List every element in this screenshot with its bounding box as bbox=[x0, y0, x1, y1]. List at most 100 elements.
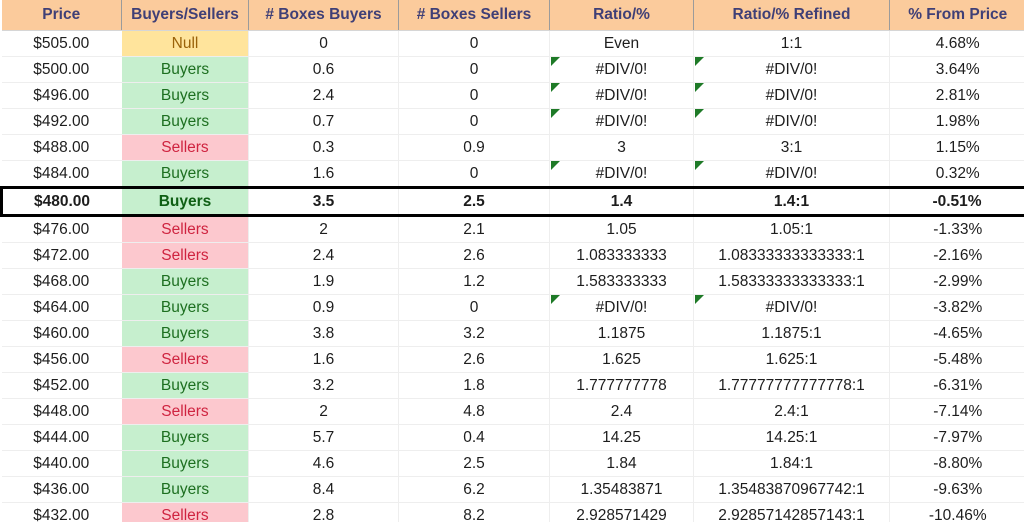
table-row[interactable]: $456.00 Sellers 1.6 2.6 1.625 1.625:1 -5.48% bbox=[1, 346, 1024, 373]
cell-price[interactable]: $480.00 bbox=[0, 186, 122, 217]
cell-pct[interactable]: 3.64% bbox=[889, 56, 1024, 83]
table-row[interactable]: $444.00 Buyers 5.7 0.4 14.25 14.25:1 -7.97% bbox=[1, 424, 1024, 451]
table-row[interactable]: $460.00 Buyers 3.8 3.2 1.1875 1.1875:1 -4.65% bbox=[1, 320, 1024, 347]
cell-ratio[interactable]: 1.583333333 bbox=[549, 268, 694, 295]
cell-ratio[interactable]: 2.928571429 bbox=[549, 502, 694, 522]
cell-boxes_buy[interactable]: 1.9 bbox=[248, 268, 399, 295]
cell-boxes_buy[interactable]: 0.6 bbox=[248, 56, 399, 83]
cell-pct[interactable]: -2.99% bbox=[889, 268, 1024, 295]
cell-boxes_buy[interactable]: 3.2 bbox=[248, 372, 399, 399]
column-header-price[interactable]: Price bbox=[1, 0, 122, 31]
column-header-boxes_sel[interactable]: # Boxes Sellers bbox=[398, 0, 550, 31]
cell-ratio[interactable]: 1.4 bbox=[549, 186, 694, 217]
cell-ratio_ref[interactable]: 1.35483870967742:1 bbox=[693, 476, 890, 503]
cell-pct[interactable]: 4.68% bbox=[889, 30, 1024, 57]
cell-boxes_sel[interactable]: 8.2 bbox=[398, 502, 550, 522]
cell-price[interactable]: $436.00 bbox=[1, 476, 122, 503]
cell-price[interactable]: $444.00 bbox=[1, 424, 122, 451]
column-header-boxes_buy[interactable]: # Boxes Buyers bbox=[248, 0, 399, 31]
cell-ratio[interactable]: 1.777777778 bbox=[549, 372, 694, 399]
table-row[interactable]: $468.00 Buyers 1.9 1.2 1.583333333 1.58333333… bbox=[1, 268, 1024, 295]
cell-ratio_ref[interactable]: 1.08333333333333:1 bbox=[693, 242, 890, 269]
cell-price[interactable]: $432.00 bbox=[1, 502, 122, 522]
cell-buyers-sellers[interactable]: Buyers bbox=[121, 108, 249, 135]
cell-price[interactable]: $476.00 bbox=[1, 215, 122, 243]
cell-price[interactable]: $448.00 bbox=[1, 398, 122, 425]
cell-price[interactable]: $492.00 bbox=[1, 108, 122, 135]
cell-buyers-sellers[interactable]: Buyers bbox=[121, 450, 249, 477]
table-row[interactable]: $488.00 Sellers 0.3 0.9 3 3:1 1.15% bbox=[1, 134, 1024, 161]
cell-price[interactable]: $460.00 bbox=[1, 320, 122, 347]
cell-ratio_ref[interactable]: 2.4:1 bbox=[693, 398, 890, 425]
cell-pct[interactable]: -0.51% bbox=[889, 186, 1024, 217]
cell-boxes_buy[interactable]: 5.7 bbox=[248, 424, 399, 451]
cell-boxes_sel[interactable]: 2.5 bbox=[398, 186, 550, 217]
cell-ratio[interactable]: 14.25 bbox=[549, 424, 694, 451]
cell-ratio[interactable]: 1.84 bbox=[549, 450, 694, 477]
column-header-bs[interactable]: Buyers/Sellers bbox=[121, 0, 249, 31]
cell-pct[interactable]: -6.31% bbox=[889, 372, 1024, 399]
cell-boxes_sel[interactable]: 0 bbox=[398, 30, 550, 57]
cell-boxes_sel[interactable]: 2.6 bbox=[398, 242, 550, 269]
cell-ratio_ref[interactable]: #DIV/0! bbox=[693, 294, 890, 321]
cell-ratio_ref[interactable]: #DIV/0! bbox=[693, 160, 890, 188]
cell-buyers-sellers[interactable]: Sellers bbox=[121, 502, 249, 522]
table-row[interactable]: $492.00 Buyers 0.7 0 #DIV/0! #DIV/0! 1.98% bbox=[1, 108, 1024, 135]
table-row[interactable]: $464.00 Buyers 0.9 0 #DIV/0! #DIV/0! -3.82% bbox=[1, 294, 1024, 321]
cell-pct[interactable]: -9.63% bbox=[889, 476, 1024, 503]
cell-price[interactable]: $488.00 bbox=[1, 134, 122, 161]
cell-ratio_ref[interactable]: 1.77777777777778:1 bbox=[693, 372, 890, 399]
cell-ratio_ref[interactable]: 1:1 bbox=[693, 30, 890, 57]
cell-ratio_ref[interactable]: 1.1875:1 bbox=[693, 320, 890, 347]
cell-price[interactable]: $452.00 bbox=[1, 372, 122, 399]
cell-boxes_buy[interactable]: 0.9 bbox=[248, 294, 399, 321]
cell-ratio[interactable]: Even bbox=[549, 30, 694, 57]
cell-ratio_ref[interactable]: 1.58333333333333:1 bbox=[693, 268, 890, 295]
cell-ratio[interactable]: 1.625 bbox=[549, 346, 694, 373]
cell-price[interactable]: $468.00 bbox=[1, 268, 122, 295]
cell-boxes_buy[interactable]: 1.6 bbox=[248, 346, 399, 373]
cell-boxes_sel[interactable]: 2.6 bbox=[398, 346, 550, 373]
cell-boxes_sel[interactable]: 2.1 bbox=[398, 215, 550, 243]
cell-boxes_buy[interactable]: 2.4 bbox=[248, 242, 399, 269]
table-row[interactable]: $452.00 Buyers 3.2 1.8 1.777777778 1.77777777… bbox=[1, 372, 1024, 399]
cell-pct[interactable]: 2.81% bbox=[889, 82, 1024, 109]
cell-ratio[interactable]: #DIV/0! bbox=[549, 294, 694, 321]
cell-ratio_ref[interactable]: 1.05:1 bbox=[693, 215, 890, 243]
cell-ratio_ref[interactable]: 1.4:1 bbox=[693, 186, 890, 217]
cell-boxes_buy[interactable]: 4.6 bbox=[248, 450, 399, 477]
cell-buyers-sellers[interactable]: Buyers bbox=[121, 294, 249, 321]
cell-ratio_ref[interactable]: 3:1 bbox=[693, 134, 890, 161]
cell-buyers-sellers[interactable]: Buyers bbox=[121, 160, 249, 188]
cell-ratio[interactable]: #DIV/0! bbox=[549, 56, 694, 83]
table-row[interactable]: $448.00 Sellers 2 4.8 2.4 2.4:1 -7.14% bbox=[1, 398, 1024, 425]
cell-boxes_sel[interactable]: 0 bbox=[398, 294, 550, 321]
cell-buyers-sellers[interactable]: Sellers bbox=[121, 398, 249, 425]
cell-boxes_buy[interactable]: 2 bbox=[248, 215, 399, 243]
cell-pct[interactable]: 1.98% bbox=[889, 108, 1024, 135]
table-row[interactable]: $480.00 Buyers 3.5 2.5 1.4 1.4:1 -0.51% bbox=[0, 186, 1024, 217]
cell-pct[interactable]: 1.15% bbox=[889, 134, 1024, 161]
cell-price[interactable]: $472.00 bbox=[1, 242, 122, 269]
cell-pct[interactable]: -7.97% bbox=[889, 424, 1024, 451]
cell-price[interactable]: $484.00 bbox=[1, 160, 122, 188]
cell-ratio_ref[interactable]: 2.92857142857143:1 bbox=[693, 502, 890, 522]
cell-boxes_sel[interactable]: 4.8 bbox=[398, 398, 550, 425]
table-row[interactable]: $496.00 Buyers 2.4 0 #DIV/0! #DIV/0! 2.81% bbox=[1, 82, 1024, 109]
cell-ratio[interactable]: #DIV/0! bbox=[549, 108, 694, 135]
table-row[interactable]: $436.00 Buyers 8.4 6.2 1.35483871 1.354838709… bbox=[1, 476, 1024, 503]
cell-boxes_sel[interactable]: 0 bbox=[398, 108, 550, 135]
cell-boxes_buy[interactable]: 0 bbox=[248, 30, 399, 57]
cell-pct[interactable]: 0.32% bbox=[890, 161, 1024, 188]
cell-price[interactable]: $464.00 bbox=[1, 294, 122, 321]
cell-boxes_buy[interactable]: 3.8 bbox=[248, 320, 399, 347]
cell-price[interactable]: $505.00 bbox=[1, 30, 122, 57]
cell-boxes_sel[interactable]: 1.8 bbox=[398, 372, 550, 399]
cell-buyers-sellers[interactable]: Buyers bbox=[121, 82, 249, 109]
cell-boxes_buy[interactable]: 8.4 bbox=[248, 476, 399, 503]
cell-price[interactable]: $440.00 bbox=[1, 450, 122, 477]
cell-ratio[interactable]: 2.4 bbox=[549, 398, 694, 425]
cell-ratio[interactable]: #DIV/0! bbox=[549, 160, 694, 188]
column-header-pct[interactable]: % From Price bbox=[889, 0, 1024, 31]
cell-pct[interactable]: -10.46% bbox=[889, 502, 1024, 522]
